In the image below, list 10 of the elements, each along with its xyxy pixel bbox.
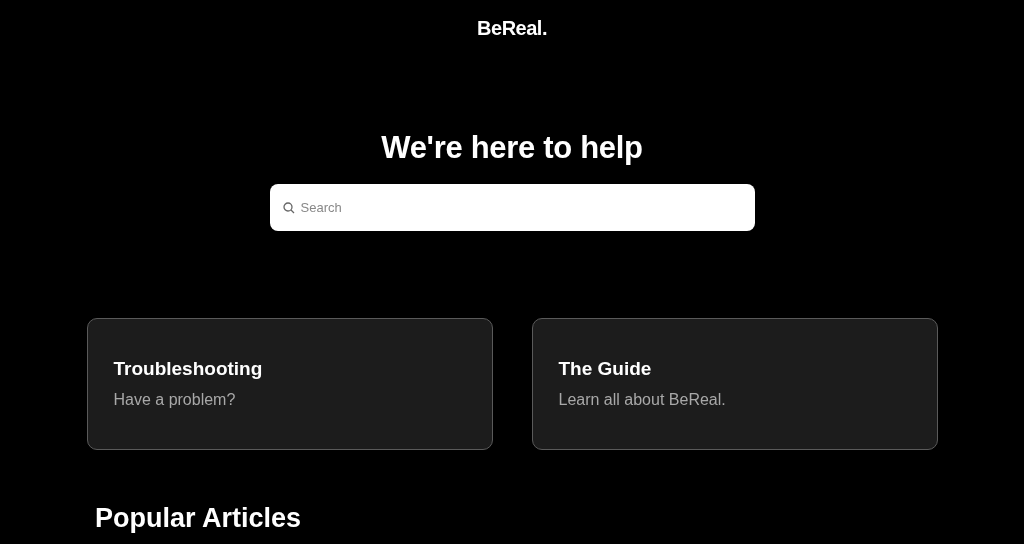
section-heading: Popular Articles (95, 503, 302, 534)
card-title: Troubleshooting (113, 357, 264, 382)
search-field[interactable]: Search (269, 183, 755, 231)
category-card[interactable]: The Guide Learn all about BeReal. (531, 317, 938, 450)
logo[interactable]: BeReal. (477, 13, 547, 43)
card-subtitle: Learn all about BeReal. (558, 389, 727, 410)
card-subtitle: Have a problem? (113, 389, 237, 410)
card-title: The Guide (558, 357, 653, 382)
category-card[interactable]: Troubleshooting Have a problem? (86, 317, 493, 450)
page-heading: We're here to help (381, 129, 643, 167)
